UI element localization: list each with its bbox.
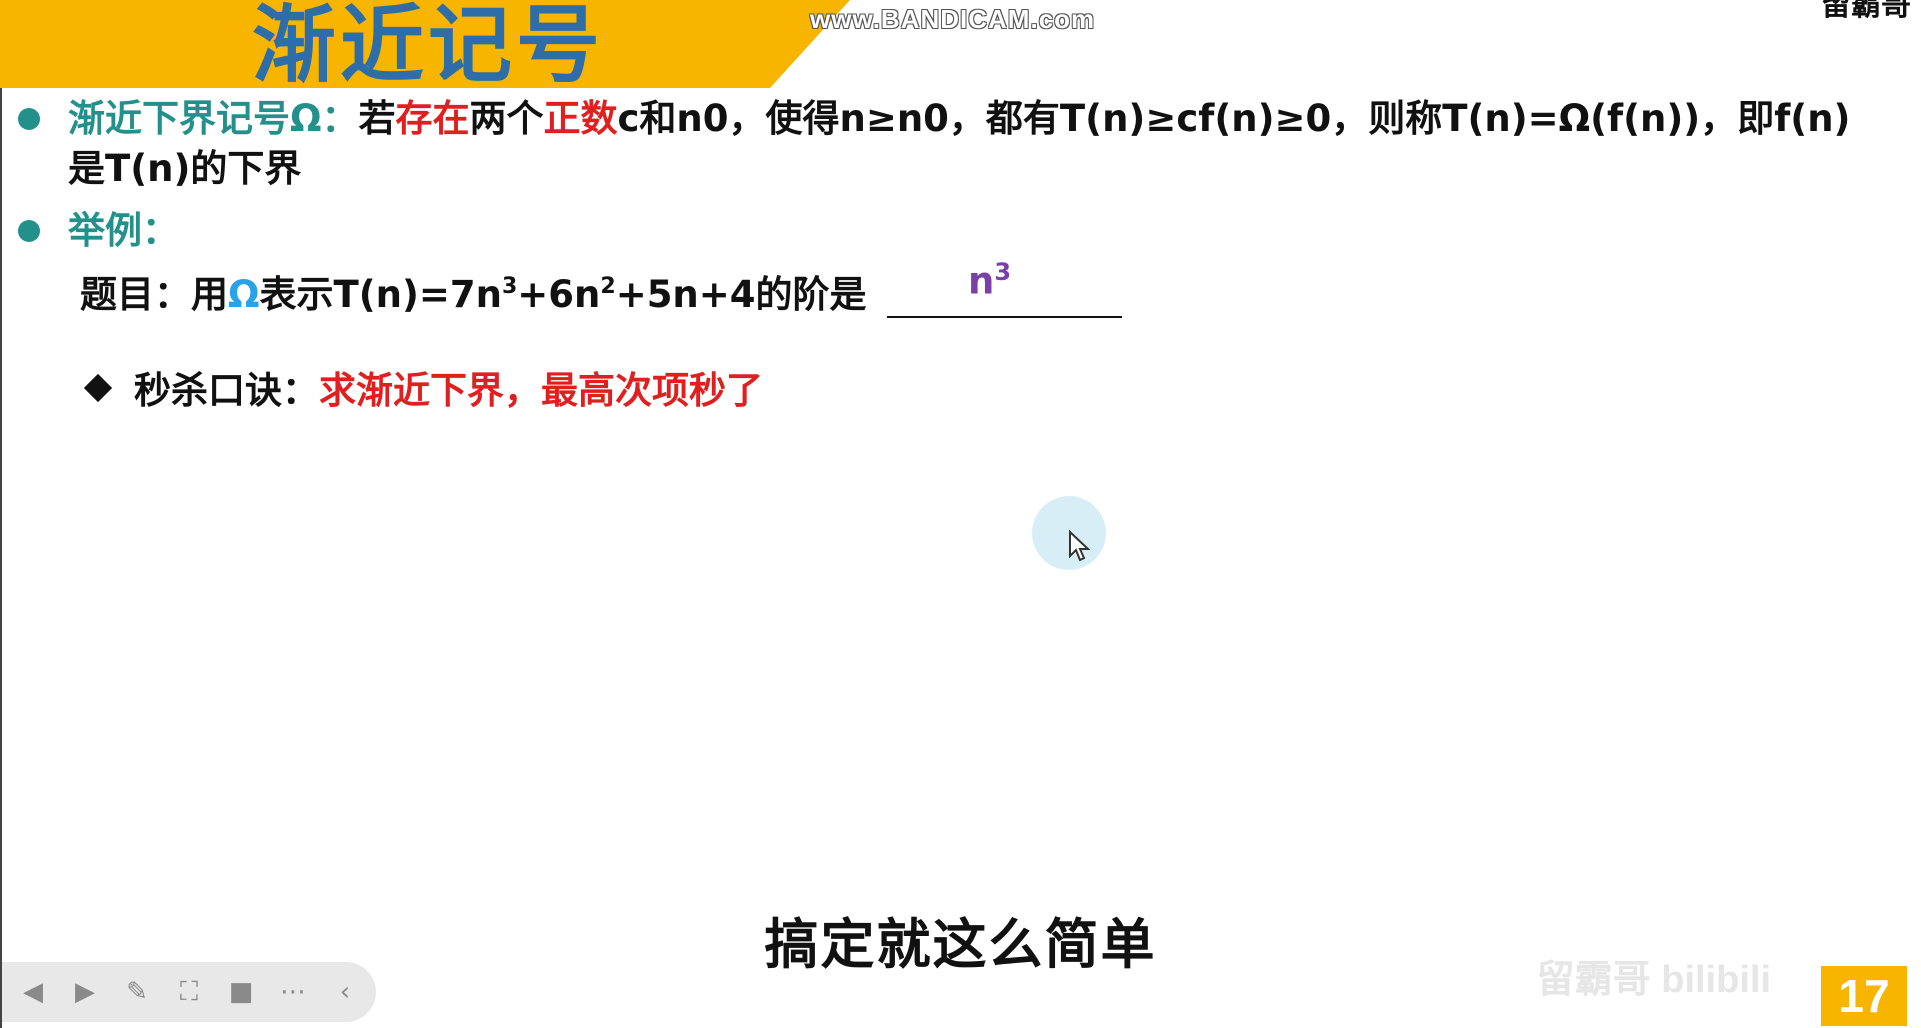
example-label: 举例：: [68, 209, 179, 252]
bullet-dot: [18, 220, 40, 242]
question-text: +6n: [517, 273, 601, 316]
bandicam-watermark: www.BANDICAM.com: [810, 4, 1096, 34]
chevron-left-icon: ‹: [339, 977, 351, 1007]
question-text: +5n+4的阶是: [615, 273, 867, 316]
camera-button[interactable]: ■: [224, 975, 258, 1009]
bullet-dot: [18, 108, 40, 130]
slide-title: 渐近记号: [252, 0, 605, 94]
mouse-cursor-icon: [1069, 530, 1090, 562]
next-icon: ▶: [75, 977, 95, 1007]
definition-text: c和n0，使得n≥n0，都有T(n)≥cf(n)≥0，则称T(n)=Ω(f(n)…: [617, 97, 1851, 140]
author-name: 留霸哥: [1821, 0, 1911, 23]
page-number-badge: 17: [1821, 966, 1907, 1026]
presentation-toolbar: ◀ ▶ ✎ ⛶ ■ ⋯ ‹: [2, 962, 376, 1022]
prev-icon: ◀: [23, 977, 43, 1007]
answer-text: n3: [968, 258, 1011, 302]
diamond-bullet-icon: [83, 373, 113, 403]
exponent: 2: [600, 274, 616, 299]
definition-text: 是T(n)的下界: [68, 147, 302, 190]
answer-base: n: [968, 259, 995, 303]
answer-exponent: 3: [994, 258, 1012, 286]
pen-icon: ✎: [126, 977, 148, 1007]
more-button[interactable]: ⋯: [276, 975, 310, 1009]
question-line: 题目：用Ω表示T(n)=7n3+6n2+5n+4的阶是: [80, 272, 867, 318]
exponent: 3: [501, 274, 518, 299]
omega-symbol: Ω: [228, 273, 260, 316]
definition-line-2: 是T(n)的下界: [68, 146, 301, 192]
pen-button[interactable]: ✎: [120, 975, 154, 1009]
collapse-button[interactable]: ‹: [328, 975, 362, 1009]
question-text: 题目：用: [80, 273, 228, 316]
next-button[interactable]: ▶: [68, 975, 102, 1009]
tip-label: 秒杀口诀：: [134, 369, 319, 412]
answer-blank-line: [887, 316, 1122, 318]
definition-positive: 正数: [543, 97, 618, 140]
definition-exists: 存在: [395, 97, 470, 140]
screenshot-icon: ⛶: [179, 976, 199, 1007]
tip-text: 求渐近下界，最高次项秒了: [319, 369, 763, 412]
definition-text: 两个: [469, 97, 544, 140]
tip-line: 秒杀口诀：求渐近下界，最高次项秒了: [134, 368, 763, 414]
more-icon: ⋯: [280, 977, 306, 1007]
screenshot-button[interactable]: ⛶: [172, 975, 206, 1009]
camera-icon: ■: [228, 977, 254, 1007]
left-border: [0, 88, 2, 1028]
question-text: 表示T(n)=7n: [259, 273, 502, 316]
bilibili-watermark: 留霸哥 bilibili: [1536, 959, 1771, 1001]
definition-text: 若: [358, 97, 396, 140]
definition-term: 渐近下界记号Ω：: [68, 97, 359, 140]
prev-button[interactable]: ◀: [16, 975, 50, 1009]
definition-line-1: 渐近下界记号Ω：若存在两个正数c和n0，使得n≥n0，都有T(n)≥cf(n)≥…: [68, 96, 1850, 142]
